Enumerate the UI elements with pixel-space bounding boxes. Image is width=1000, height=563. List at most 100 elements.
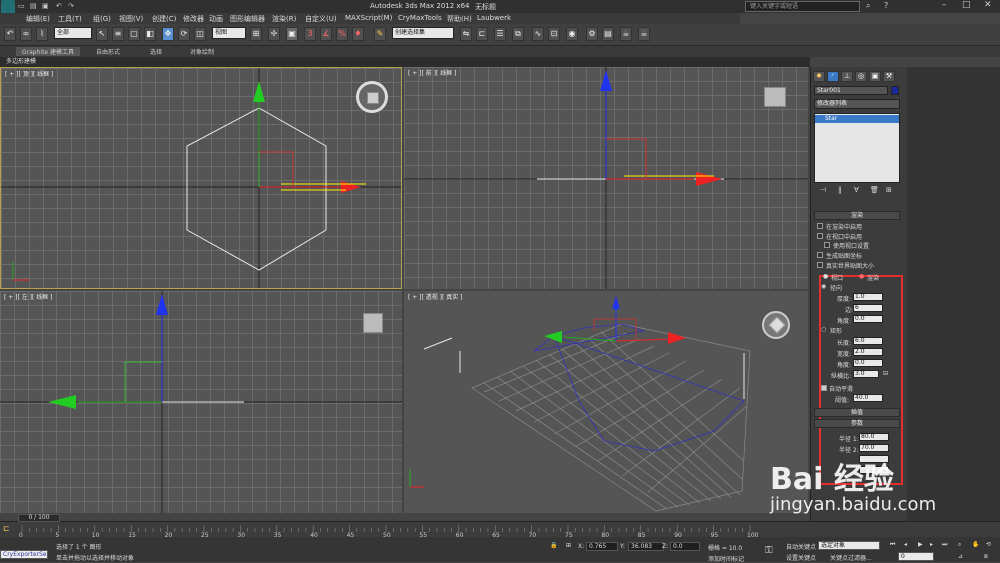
angle2-spinner[interactable]: 0.0 [853,359,883,367]
goto-end-icon[interactable]: ⏭ [942,541,947,549]
viewport-perspective[interactable]: [ + ][ 透视 ][ 真实 ] [404,291,808,513]
x-coord-field[interactable]: 0.765 [586,542,618,551]
hierarchy-tab-icon[interactable]: ⊥ [841,71,853,82]
radial-radio[interactable]: ◉ [821,283,826,290]
viewport-top[interactable]: [ + ][ 顶 ][ 线框 ] [0,67,402,289]
time-slider[interactable]: 0 / 100 [18,514,60,522]
ref-coord-dropdown[interactable]: 视图 [212,27,246,39]
angle-spinner[interactable]: 0.0 [853,315,883,323]
select-move-icon[interactable]: ✥ [162,27,174,41]
mirror-icon[interactable]: ⇋ [460,27,472,41]
stack-item-star[interactable]: Star [815,115,899,123]
z-coord-field[interactable]: 0.0 [670,542,700,551]
abs-mode-icon[interactable]: ⊞ [566,542,571,549]
curve-editor-icon[interactable]: ∿ [532,27,544,41]
play-icon[interactable]: ▶ [918,541,923,548]
keyboard-shortcut-icon[interactable]: ▣ [286,27,298,41]
open-file-icon[interactable]: ▤ [30,2,37,10]
menu-item-8[interactable]: 渲染(R) [272,14,296,24]
thickness-spinner[interactable]: 1.0 [853,293,883,301]
menu-item-9[interactable]: 自定义(U) [305,14,337,24]
show-end-result-icon[interactable]: ‖ [838,186,842,194]
link-icon[interactable]: ∞ [20,27,32,41]
ribbon-tab-2[interactable]: 选择 [150,47,162,56]
aspect-spinner[interactable]: 3.0 [853,370,879,378]
viewcube-top-icon[interactable] [356,81,388,113]
maxscript-listener-field[interactable]: CryExporterSe [0,550,48,559]
material-editor-icon[interactable]: ◉ [566,27,578,41]
undo-tool-icon[interactable]: ↶ [4,27,16,41]
render-production-icon[interactable]: ☕ [620,27,632,41]
create-tab-icon[interactable]: ✸ [813,71,825,82]
layer-manager-icon[interactable]: ☰ [494,27,506,41]
set-key-button[interactable]: 设置关键点 [786,553,816,562]
percent-snap-icon[interactable]: % [336,27,348,41]
key-icon[interactable]: ⚿ [765,545,773,556]
zoom-icon[interactable]: ⌕ [958,541,961,549]
menu-item-4[interactable]: 创建(C) [152,14,176,24]
sides-spinner[interactable]: 6 [853,304,883,312]
rect-radio[interactable]: ○ [821,326,826,333]
menu-item-3[interactable]: 视图(V) [119,14,143,24]
rect-region-icon[interactable]: ▢ [128,27,140,41]
select-scale-icon[interactable]: ◫ [194,27,206,41]
auto-key-button[interactable]: 自动关键点 [786,542,816,551]
menu-item-10[interactable]: MAXScript(M) [345,14,392,22]
remove-modifier-icon[interactable]: 🗑 [870,186,879,194]
window-crossing-icon[interactable]: ◧ [144,27,156,41]
auto-smooth-checkbox[interactable] [821,385,827,391]
save-icon[interactable]: ▣ [42,2,49,10]
undo-icon[interactable]: ↶ [56,2,62,10]
rendered-frame-icon[interactable]: ▤ [602,27,614,41]
configure-sets-icon[interactable]: ⊞ [886,186,892,194]
parameters-rollout-header[interactable]: 参数 [814,419,900,428]
snaps-toggle-icon[interactable]: 3 [304,27,316,41]
pan-icon[interactable]: ✋ [972,541,979,548]
menu-item-2[interactable]: 组(G) [93,14,111,24]
menu-item-1[interactable]: 工具(T) [58,14,82,24]
help-icon[interactable]: ? [884,1,888,10]
real-world-checkbox[interactable] [817,262,823,268]
enable-in-renderer-checkbox[interactable] [817,223,823,229]
close-icon[interactable]: ✕ [984,0,992,10]
use-viewport-settings-checkbox[interactable] [824,242,830,248]
display-tab-icon[interactable]: ▣ [869,71,881,82]
named-selection-dropdown[interactable]: 创建选择集 [392,27,454,39]
lock-selection-icon[interactable]: 🔒 [550,542,557,549]
render-iterative-icon[interactable]: ☕ [638,27,650,41]
radius1-spinner[interactable]: 80.0 [859,433,889,441]
help-search-input[interactable]: 键入关键字或短语 [745,1,860,12]
select-by-name-icon[interactable]: ≡ [112,27,124,41]
menu-item-11[interactable]: CryMaxTools [398,14,442,22]
render-radio[interactable]: ● [859,273,864,280]
selection-filter-dropdown[interactable]: 全部 [54,27,92,39]
utilities-tab-icon[interactable]: ⚒ [883,71,895,82]
edit-named-sel-icon[interactable]: ✎ [374,27,386,41]
selected-object-dropdown[interactable]: 选定对象 [818,541,880,550]
viewport-left[interactable]: [ + ][ 左 ][ 线框 ] [0,291,402,513]
spinner-snap-icon[interactable]: ♦ [352,27,364,41]
fov-icon[interactable]: ⊿ [958,553,963,560]
threshold-spinner[interactable]: 40.0 [853,394,883,402]
menu-item-5[interactable]: 修改器 [183,14,204,24]
modify-tab-icon[interactable]: ◜ [827,71,839,82]
prev-frame-icon[interactable]: ◂ [904,541,907,548]
render-setup-icon[interactable]: ⚙ [586,27,598,41]
new-file-icon[interactable]: ▭ [18,2,25,10]
width-spinner[interactable]: 2.0 [853,348,883,356]
orbit-icon[interactable]: ⟲ [986,541,991,548]
angle-snap-icon[interactable]: ∡ [320,27,332,41]
maximize-icon[interactable]: □ [962,0,971,10]
viewcube-persp-icon[interactable] [762,311,790,339]
length-spinner[interactable]: 6.0 [853,337,883,345]
rendering-rollout-header[interactable]: 渲染 [814,211,900,220]
object-name-field[interactable]: Star001 [814,86,888,95]
trackbar-toggle-icon[interactable]: ⊏ [3,524,10,533]
menu-item-7[interactable]: 图形编辑器 [230,14,265,24]
motion-tab-icon[interactable]: ◎ [855,71,867,82]
graphite-toggle-icon[interactable]: ⧉ [512,27,524,41]
object-color-swatch[interactable] [891,86,899,95]
lock-aspect-icon[interactable]: ⊟ [883,370,888,377]
minimize-icon[interactable]: – [942,0,947,10]
enable-in-viewport-checkbox[interactable] [817,233,823,239]
